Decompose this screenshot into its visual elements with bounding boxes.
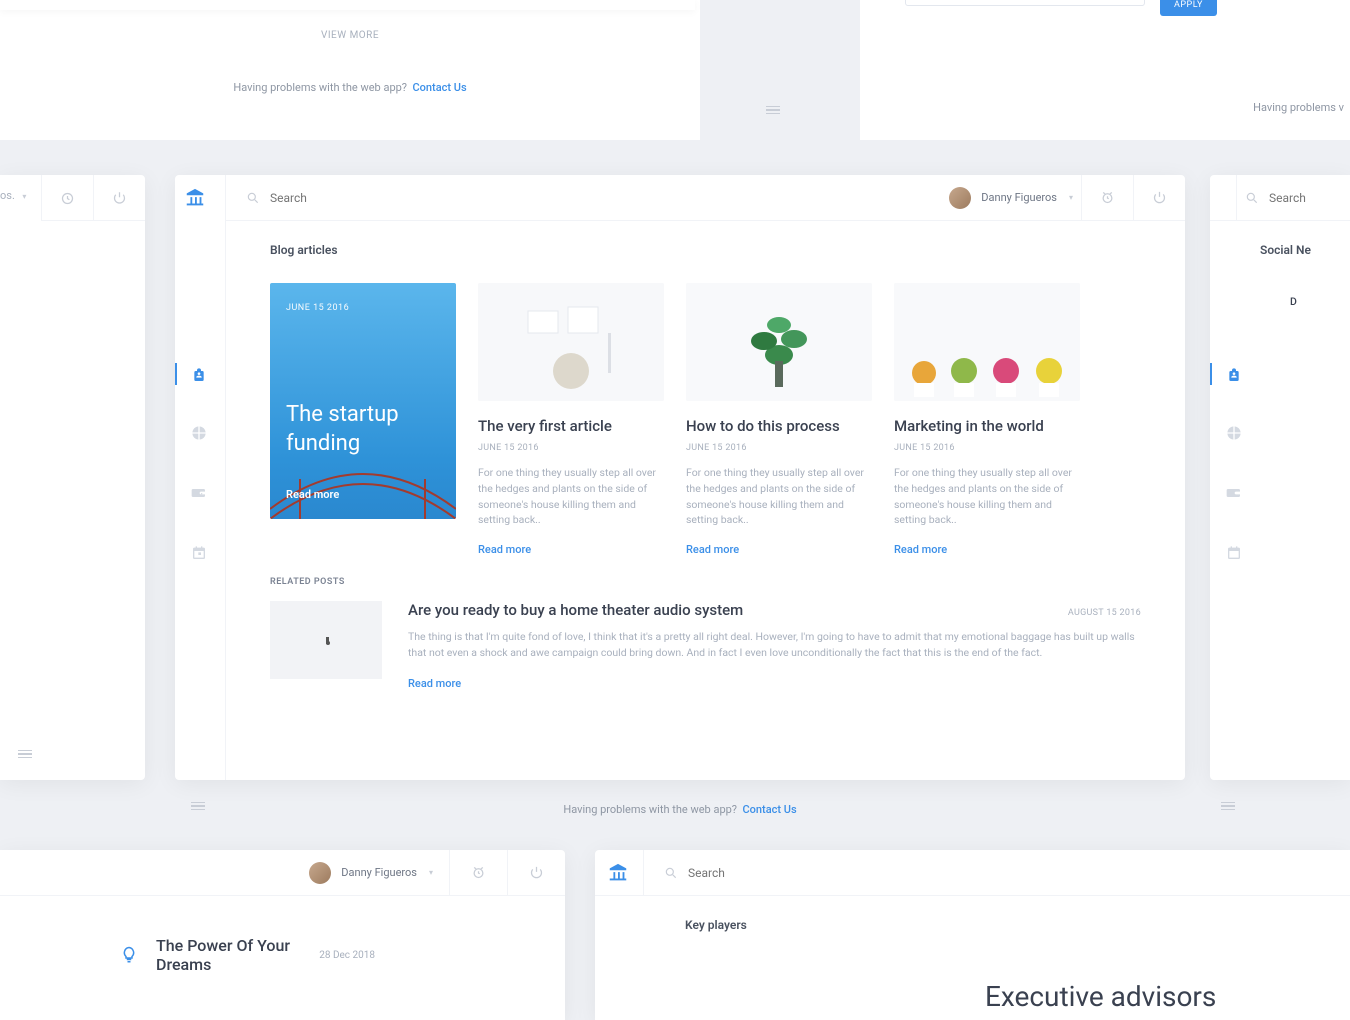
- article-date: JUNE 15 2016: [686, 443, 872, 453]
- avatar: [309, 862, 331, 884]
- apply-button[interactable]: APPLY: [1160, 0, 1217, 16]
- chevron-down-icon: ▾: [1069, 193, 1073, 202]
- articles-row: JUNE 15 2016 The startup funding Read mo…: [270, 283, 1141, 557]
- article-excerpt: For one thing they usually step all over…: [478, 465, 664, 528]
- section-title: Blog articles: [270, 243, 1141, 257]
- article-title[interactable]: The very first article: [478, 417, 664, 435]
- footer-help-text: Having problems with the web app?: [233, 81, 407, 94]
- logo-icon[interactable]: [607, 862, 629, 884]
- search-input[interactable]: [688, 866, 888, 880]
- sidebar-item-profile[interactable]: [1224, 365, 1244, 385]
- search-icon: [664, 866, 678, 880]
- sidebar: [175, 175, 225, 780]
- fragment-card-right: Social Ne D: [1210, 175, 1350, 780]
- related-excerpt: The thing is that I'm quite fond of love…: [408, 629, 1141, 662]
- article-thumb[interactable]: [478, 283, 664, 401]
- user-name: Danny Figueros: [341, 866, 417, 879]
- sidebar-item-analytics[interactable]: [1224, 423, 1244, 443]
- power-icon[interactable]: [93, 175, 145, 221]
- search-wrap: [1236, 175, 1350, 221]
- article-title[interactable]: How to do this process: [686, 417, 872, 435]
- user-chip[interactable]: Danny Figueros ▾: [309, 862, 441, 884]
- fragment-top-right: APPLY Having problems v: [860, 0, 1350, 140]
- article-card: How to do this process JUNE 15 2016 For …: [686, 283, 872, 557]
- read-more-link[interactable]: Read more: [686, 543, 739, 556]
- read-more-link[interactable]: Read more: [894, 543, 947, 556]
- logo-icon[interactable]: [184, 187, 206, 209]
- sidebar-item-wallet[interactable]: [1224, 483, 1244, 503]
- read-more-link[interactable]: Read more: [408, 677, 461, 690]
- contact-us-link[interactable]: Contact Us: [412, 81, 466, 94]
- user-chip[interactable]: Danny Figueros ▾: [949, 187, 1081, 209]
- alarm-icon[interactable]: [1081, 175, 1133, 221]
- power-icon[interactable]: [507, 850, 565, 896]
- fragment-card-left: os. ▾: [0, 175, 145, 780]
- clock-icon[interactable]: [41, 175, 93, 221]
- power-icon[interactable]: [1133, 175, 1185, 221]
- sidebar-item-wallet[interactable]: [189, 483, 209, 503]
- fragment-bottom-right: Key players Executive advisors: [595, 850, 1350, 1020]
- sidebar-item-profile[interactable]: [189, 365, 209, 385]
- sidebar-item-calendar[interactable]: [1224, 543, 1244, 563]
- avatar: [949, 187, 971, 209]
- text-stub: D: [1290, 295, 1297, 308]
- menu-icon[interactable]: [766, 104, 780, 117]
- related-thumb[interactable]: [270, 601, 382, 679]
- alarm-icon[interactable]: [449, 850, 507, 896]
- article-thumb[interactable]: [686, 283, 872, 401]
- topbar: Danny Figueros ▾: [225, 175, 1185, 221]
- related-date: AUGUST 15 2016: [1068, 608, 1141, 618]
- sidebar-item-calendar[interactable]: [189, 543, 209, 563]
- menu-icon[interactable]: [18, 748, 32, 761]
- menu-icon[interactable]: [1221, 800, 1235, 813]
- user-name-stub: os. ▾: [0, 189, 26, 202]
- page-heading: Executive advisors: [595, 950, 1350, 1013]
- related-post: Are you ready to buy a home theater audi…: [270, 601, 1141, 691]
- footer-help-text: Having problems v: [1253, 101, 1344, 114]
- search-wrap: [226, 191, 949, 205]
- search-icon: [246, 191, 260, 205]
- related-title[interactable]: Are you ready to buy a home theater audi…: [408, 601, 743, 619]
- content-area: Blog articles JUNE 15 2016 The startup f…: [225, 221, 1185, 780]
- feature-article-card[interactable]: JUNE 15 2016 The startup funding Read mo…: [270, 283, 456, 519]
- article-title[interactable]: Marketing in the world: [894, 417, 1080, 435]
- search-icon: [1245, 191, 1259, 205]
- coupon-input[interactable]: [905, 0, 1145, 6]
- article-date: JUNE 15 2016: [478, 443, 664, 453]
- user-name: Danny Figueros: [981, 191, 1057, 204]
- sidebar-item-analytics[interactable]: [189, 423, 209, 443]
- card-edge: [0, 0, 695, 10]
- fragment-bottom-left: Danny Figueros ▾ The Power Of Your Dream…: [0, 850, 565, 1020]
- search-wrap: [643, 850, 1350, 896]
- chevron-down-icon: ▾: [429, 868, 433, 877]
- article-excerpt: For one thing they usually step all over…: [894, 465, 1080, 528]
- search-input[interactable]: [1269, 191, 1350, 205]
- article-excerpt: For one thing they usually step all over…: [686, 465, 872, 528]
- footer-help-text: Having problems with the web app?: [563, 803, 737, 816]
- feature-title: The startup funding: [286, 401, 440, 458]
- footer-help: Having problems with the web app? Contac…: [0, 81, 700, 114]
- feature-date: JUNE 15 2016: [286, 303, 440, 313]
- item-date: 28 Dec 2018: [319, 950, 375, 961]
- view-more-link[interactable]: VIEW MORE: [0, 0, 700, 81]
- fragment-top-left: VIEW MORE Having problems with the web a…: [0, 0, 700, 140]
- menu-icon[interactable]: [191, 800, 205, 813]
- feature-read-more[interactable]: Read more: [286, 488, 339, 501]
- article-thumb[interactable]: [894, 283, 1080, 401]
- list-item[interactable]: The Power Of Your Dreams 28 Dec 2018: [0, 936, 455, 974]
- contact-us-link[interactable]: Contact Us: [742, 803, 796, 816]
- item-title: The Power Of Your Dreams: [156, 936, 301, 974]
- article-date: JUNE 15 2016: [894, 443, 1080, 453]
- article-card: The very first article JUNE 15 2016 For …: [478, 283, 664, 557]
- article-card: Marketing in the world JUNE 15 2016 For …: [894, 283, 1080, 557]
- search-input[interactable]: [270, 191, 470, 205]
- footer-help: Having problems with the web app? Contac…: [175, 803, 1185, 816]
- main-app-card: Danny Figueros ▾ Blog articles JUNE 1: [175, 175, 1185, 780]
- read-more-link[interactable]: Read more: [478, 543, 531, 556]
- section-title: Key players: [595, 896, 1350, 932]
- lightbulb-icon: [120, 946, 138, 964]
- related-posts-label: RELATED POSTS: [270, 577, 1141, 587]
